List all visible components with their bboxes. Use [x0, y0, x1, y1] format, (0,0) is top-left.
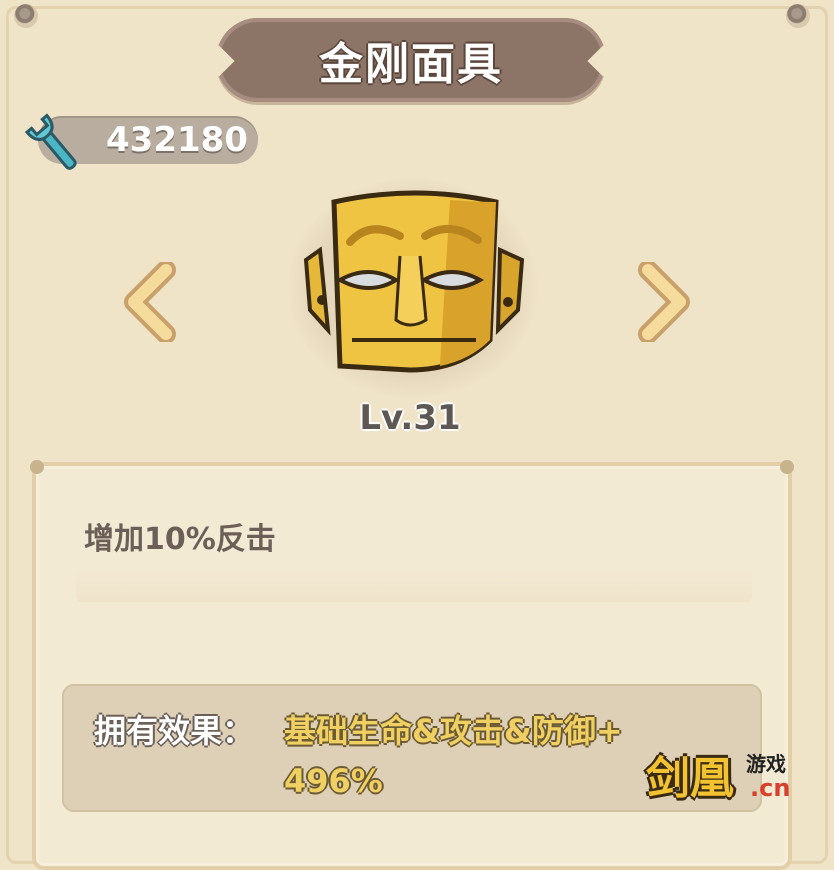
panel-corner-dot — [780, 460, 794, 474]
item-level: Lv.31 — [359, 398, 461, 438]
page-title: 金刚面具 — [319, 39, 503, 90]
golden-mask-icon — [303, 190, 525, 373]
corner-rivet-icon — [786, 4, 810, 28]
previous-item-button[interactable] — [118, 262, 188, 342]
watermark-logo: 剑凰 — [646, 753, 734, 804]
title-banner: 金刚面具 — [216, 18, 606, 102]
currency-value: 432180 — [106, 120, 248, 160]
site-watermark: 剑凰 游戏 .cn — [640, 738, 800, 808]
watermark-sub: 游戏 — [746, 752, 786, 776]
corner-rivet-icon — [14, 4, 38, 28]
watermark-domain: .cn — [750, 774, 791, 802]
description-divider — [76, 566, 752, 602]
owned-effect-label: 拥有效果： — [94, 712, 255, 750]
wrench-icon — [24, 113, 77, 170]
next-item-button[interactable] — [626, 262, 696, 342]
description-panel: 增加10%反击 拥有效果： 基础生命&攻击&防御+ 496% — [30, 460, 794, 870]
panel-corner-dot — [30, 460, 44, 474]
item-description: 增加10%反击 — [84, 522, 276, 557]
